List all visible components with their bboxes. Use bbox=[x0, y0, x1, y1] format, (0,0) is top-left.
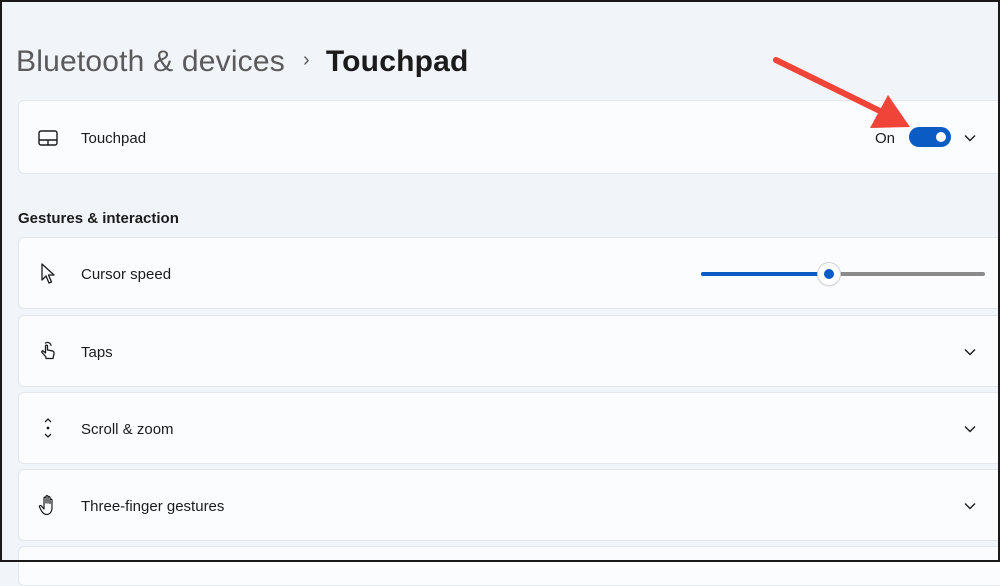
cursor-speed-label: Cursor speed bbox=[81, 266, 172, 283]
next-setting-card[interactable] bbox=[18, 546, 1000, 586]
chevron-down-icon[interactable] bbox=[963, 131, 977, 145]
cursor-speed-card: Cursor speed bbox=[18, 237, 1000, 309]
breadcrumb: Bluetooth & devices › Touchpad bbox=[16, 40, 469, 84]
touchpad-label: Touchpad bbox=[81, 130, 147, 147]
chevron-down-icon[interactable] bbox=[963, 499, 977, 513]
scroll-zoom-label: Scroll & zoom bbox=[81, 421, 174, 438]
slider-thumb[interactable] bbox=[817, 263, 840, 285]
three-finger-gestures-card[interactable]: Three-finger gestures bbox=[18, 469, 1000, 541]
taps-card[interactable]: Taps bbox=[18, 315, 1000, 387]
chevron-down-icon[interactable] bbox=[963, 345, 977, 359]
annotation-arrow-icon bbox=[773, 57, 910, 128]
slider-track-fill bbox=[701, 272, 829, 276]
scroll-zoom-card[interactable]: Scroll & zoom bbox=[18, 392, 1000, 464]
chevron-down-icon[interactable] bbox=[963, 422, 977, 436]
scroll-arrows-icon bbox=[37, 417, 59, 439]
taps-label: Taps bbox=[81, 344, 113, 361]
page-title: Touchpad bbox=[325, 45, 469, 78]
breadcrumb-separator-icon: › bbox=[302, 48, 310, 71]
hand-icon bbox=[37, 494, 59, 516]
touchpad-icon bbox=[37, 127, 59, 149]
cursor-icon bbox=[37, 263, 59, 285]
three-finger-gestures-label: Three-finger gestures bbox=[81, 498, 225, 515]
section-title: Gestures & interaction bbox=[18, 210, 179, 227]
tap-hand-icon bbox=[37, 340, 59, 362]
window-controls bbox=[938, 0, 986, 6]
breadcrumb-parent-link[interactable]: Bluetooth & devices bbox=[16, 45, 285, 79]
toggle-knob bbox=[936, 132, 946, 142]
